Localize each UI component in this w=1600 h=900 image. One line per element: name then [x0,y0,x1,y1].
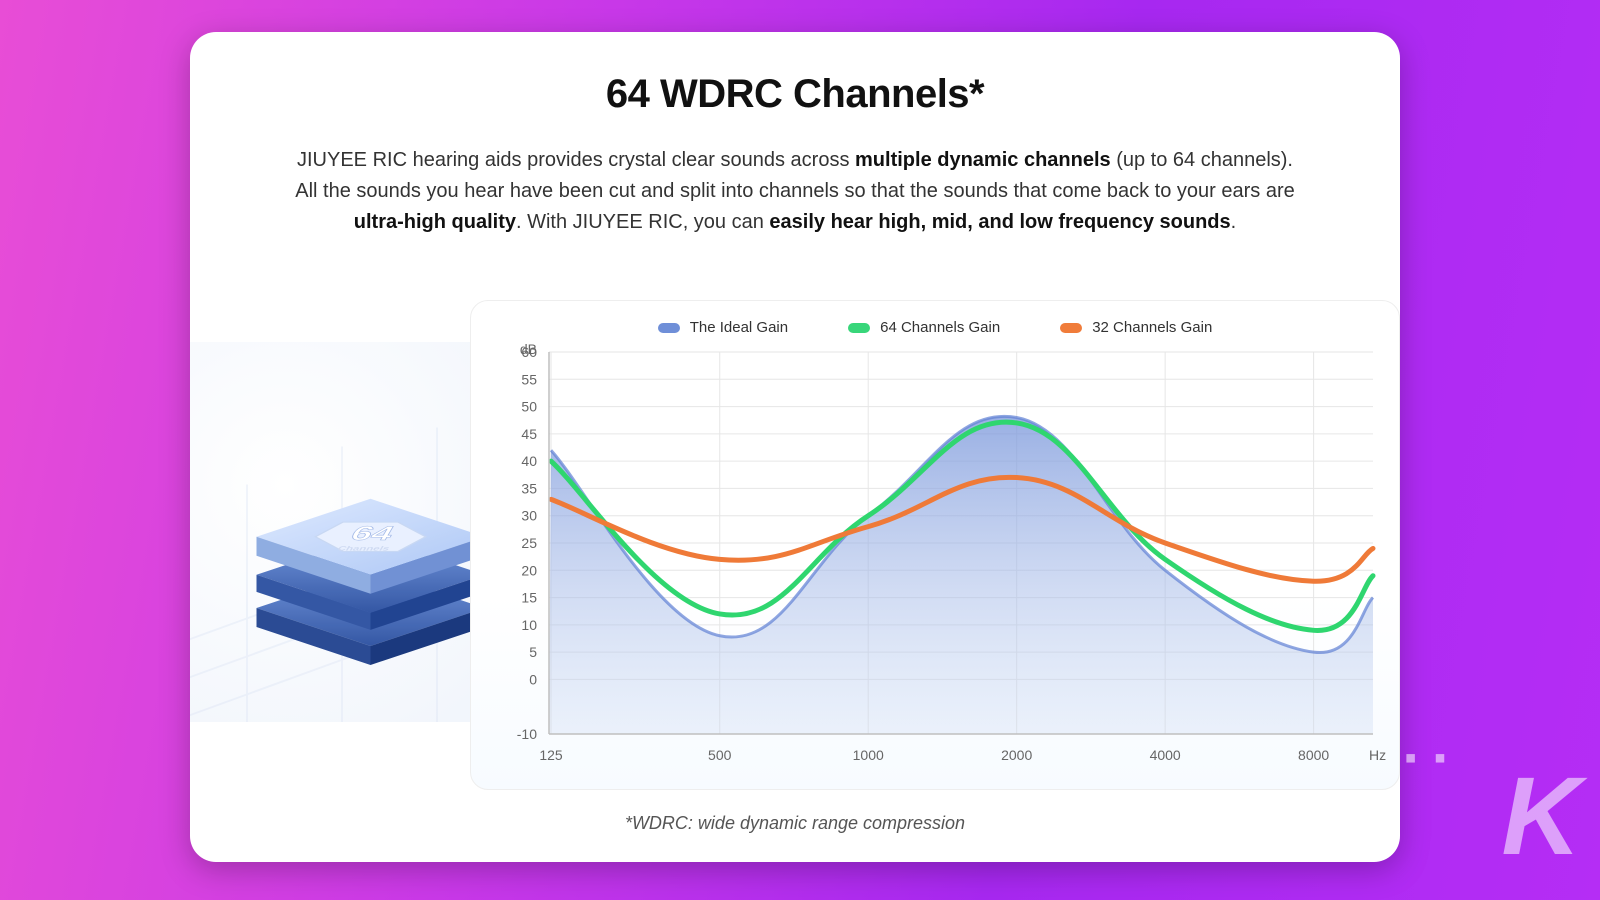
legend-swatch-icon [1060,323,1082,333]
watermark-logo: K [1502,753,1575,880]
legend-label: 64 Channels Gain [880,319,1000,336]
legend-item-32: 32 Channels Gain [1060,319,1212,336]
legend-swatch-icon [658,323,680,333]
description-text: JIUYEE RIC hearing aids provides crystal… [290,145,1300,238]
svg-text:40: 40 [521,453,537,469]
desc-bold: multiple dynamic channels [855,149,1111,171]
desc-seg: . With JIUYEE RIC, you can [516,211,769,233]
page-title: 64 WDRC Channels* [190,72,1400,117]
chart-svg: 605550454035302520151050-10 125500100020… [471,342,1400,782]
svg-text:1000: 1000 [853,747,884,763]
svg-text:-10: -10 [517,726,537,742]
svg-text:45: 45 [521,426,537,442]
svg-text:8000: 8000 [1298,747,1329,763]
svg-text:25: 25 [521,535,537,551]
gain-chart: The Ideal Gain 64 Channels Gain 32 Chann… [470,300,1400,790]
svg-text:55: 55 [521,371,537,387]
legend-label: The Ideal Gain [690,319,788,336]
watermark-dots-icon: ▪ ▪ [1404,739,1450,778]
svg-text:2000: 2000 [1001,747,1032,763]
svg-text:10: 10 [521,617,537,633]
svg-text:30: 30 [521,508,537,524]
svg-text:50: 50 [521,399,537,415]
desc-bold: easily hear high, mid, and low frequency… [769,211,1230,233]
svg-text:125: 125 [539,747,563,763]
svg-text:0: 0 [529,671,537,687]
legend-item-ideal: The Ideal Gain [658,319,788,336]
desc-bold: ultra-high quality [354,211,516,233]
content-card: 64 WDRC Channels* JIUYEE RIC hearing aid… [190,32,1400,862]
legend-item-64: 64 Channels Gain [848,319,1000,336]
chart-legend: The Ideal Gain 64 Channels Gain 32 Chann… [471,301,1399,342]
legend-swatch-icon [848,323,870,333]
desc-seg: . [1231,211,1237,233]
desc-seg: JIUYEE RIC hearing aids provides crystal… [297,149,855,171]
x-axis-label: Hz [1369,747,1386,763]
svg-text:5: 5 [529,644,537,660]
footnote-text: *WDRC: wide dynamic range compression [190,813,1400,834]
svg-text:500: 500 [708,747,732,763]
svg-text:15: 15 [521,590,537,606]
y-axis-label: dB [520,342,537,357]
svg-text:4000: 4000 [1150,747,1181,763]
legend-label: 32 Channels Gain [1092,319,1212,336]
chip-sub-label: Channels [336,545,391,552]
svg-text:35: 35 [521,480,537,496]
svg-text:20: 20 [521,562,537,578]
